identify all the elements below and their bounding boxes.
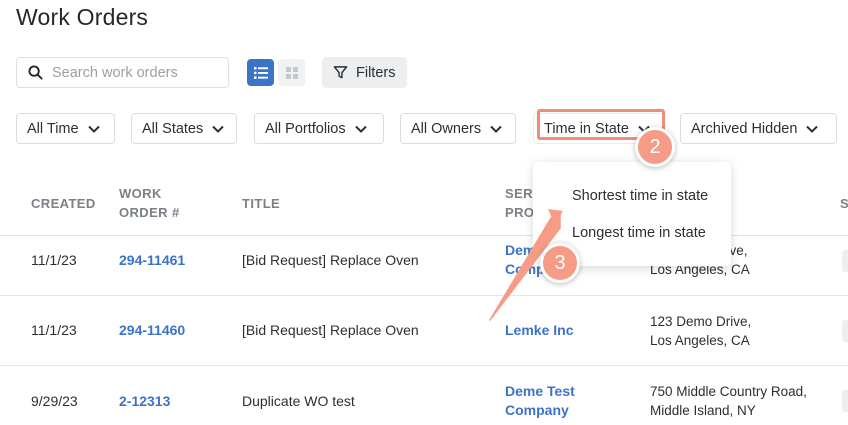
chevron-down-icon <box>212 125 224 133</box>
chevron-down-icon <box>87 125 100 133</box>
chevron-down-icon <box>354 125 367 133</box>
address-line1: 750 Middle Country Road, <box>650 384 807 399</box>
table-row[interactable]: 11/1/23 294-11460 [Bid Request] Replace … <box>0 296 848 366</box>
filters-button[interactable]: Filters <box>322 57 407 88</box>
work-order-title: [Bid Request] Replace Oven <box>242 252 419 268</box>
header-work-order-line2[interactable]: ORDER # <box>119 204 180 222</box>
portfolios-filter-dropdown[interactable]: All Portfolios <box>254 113 384 144</box>
provider-link[interactable]: Lemke Inc <box>505 321 573 340</box>
header-title[interactable]: TITLE <box>242 195 280 213</box>
search-box[interactable] <box>16 57 229 88</box>
created-date: 11/1/23 <box>31 252 77 268</box>
filters-label: Filters <box>356 64 396 81</box>
time-filter-label: All Time <box>27 120 79 137</box>
provider-link-line1[interactable]: Deme Test <box>505 382 575 401</box>
time-filter-dropdown[interactable]: All Time <box>16 113 115 144</box>
states-filter-dropdown[interactable]: All States <box>131 113 237 144</box>
states-filter-label: All States <box>142 120 204 137</box>
work-order-link[interactable]: 2-12313 <box>119 392 170 411</box>
created-date: 11/1/23 <box>31 322 77 338</box>
provider-link-line2[interactable]: Company <box>505 401 569 420</box>
search-icon <box>28 65 43 80</box>
archived-filter-label: Archived Hidden <box>691 120 798 137</box>
work-order-title: [Bid Request] Replace Oven <box>242 322 419 338</box>
search-input[interactable] <box>52 64 217 81</box>
status-badge <box>842 320 848 342</box>
archived-filter-dropdown[interactable]: Archived Hidden <box>680 113 837 144</box>
list-view-button[interactable] <box>247 59 274 86</box>
page-title: Work Orders <box>16 4 149 30</box>
chevron-down-icon <box>490 125 502 133</box>
address-line2: Middle Island, NY <box>650 403 756 418</box>
grid-view-button[interactable] <box>278 59 305 86</box>
status-badge <box>842 250 848 272</box>
work-order-title: Duplicate WO test <box>242 393 355 409</box>
header-status[interactable]: S <box>840 195 848 213</box>
created-date: 9/29/23 <box>31 393 78 409</box>
table-row[interactable]: 9/29/23 2-12313 Duplicate WO test Deme T… <box>0 366 848 425</box>
portfolios-filter-label: All Portfolios <box>265 120 346 137</box>
work-order-link[interactable]: 294-11460 <box>119 321 185 340</box>
header-created[interactable]: CREATED <box>31 195 96 213</box>
work-order-link[interactable]: 294-11461 <box>119 251 185 270</box>
owners-filter-label: All Owners <box>411 120 482 137</box>
address-line1: 123 Demo Drive, <box>650 314 752 329</box>
step-3-badge: 3 <box>540 243 580 283</box>
owners-filter-dropdown[interactable]: All Owners <box>400 113 516 144</box>
header-work-order-line1[interactable]: WORK <box>119 185 162 203</box>
menu-item-longest-time[interactable]: Longest time in state <box>572 225 706 241</box>
step-2-badge: 2 <box>635 127 675 167</box>
grid-icon <box>285 66 298 79</box>
filter-icon <box>333 66 348 79</box>
chevron-down-icon <box>806 125 819 133</box>
status-badge <box>842 390 848 412</box>
address-line2: Los Angeles, CA <box>650 333 750 348</box>
header-service-provider-line2[interactable]: PRO <box>505 204 534 222</box>
menu-item-shortest-time[interactable]: Shortest time in state <box>572 188 708 204</box>
list-icon <box>253 66 268 79</box>
